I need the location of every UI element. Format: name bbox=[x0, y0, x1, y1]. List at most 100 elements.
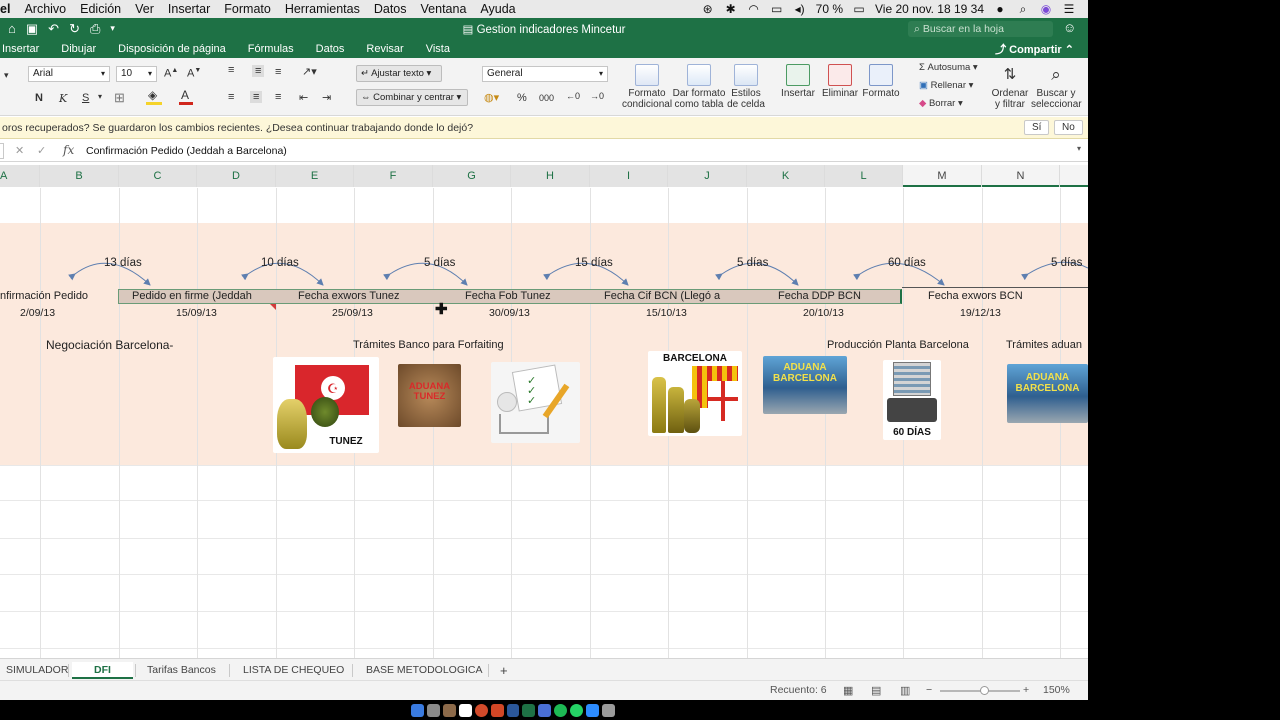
aduana-tunez-image[interactable]: ADUANA TUNEZ bbox=[398, 364, 461, 427]
increase-indent-icon[interactable]: ⇥ bbox=[322, 91, 331, 104]
zoom-in-button[interactable]: + bbox=[1023, 684, 1029, 696]
decrease-decimal-icon[interactable]: →0 bbox=[590, 91, 604, 101]
orientation-icon[interactable]: ↗▾ bbox=[302, 65, 317, 78]
increase-font-icon[interactable]: A▲ bbox=[164, 67, 178, 80]
app-menu[interactable]: el bbox=[0, 2, 17, 16]
col-header-d[interactable]: D bbox=[197, 165, 276, 187]
notification-center-icon[interactable]: ☰ bbox=[1062, 2, 1076, 16]
trash-icon[interactable] bbox=[602, 703, 615, 717]
menu-datos[interactable]: Datos bbox=[367, 2, 414, 16]
decrease-indent-icon[interactable]: ⇤ bbox=[299, 91, 308, 104]
name-box[interactable] bbox=[0, 143, 4, 159]
increase-decimal-icon[interactable]: ←0 bbox=[566, 91, 580, 101]
tab-datos[interactable]: Datos bbox=[305, 43, 356, 55]
col-header-m[interactable]: M bbox=[903, 165, 982, 187]
bluetooth-icon[interactable]: ✱ bbox=[724, 2, 738, 16]
font-color-icon[interactable]: A bbox=[181, 88, 189, 102]
accessibility-icon[interactable]: ⊛ bbox=[701, 2, 715, 16]
format-as-table-button[interactable]: Dar formato como tabla bbox=[672, 64, 726, 110]
app-icon[interactable] bbox=[538, 703, 552, 717]
zoom-app-icon[interactable] bbox=[586, 703, 600, 717]
tab-formulas[interactable]: Fórmulas bbox=[237, 43, 305, 55]
col-header-l[interactable]: L bbox=[825, 165, 903, 187]
fill-button[interactable]: ▣ Rellenar ▾ bbox=[919, 78, 973, 94]
sort-filter-button[interactable]: ⇅ Ordenar y filtrar bbox=[990, 64, 1030, 110]
fill-color-icon[interactable]: ◈ bbox=[148, 88, 157, 102]
autosum-button[interactable]: Σ Autosuma ▾ bbox=[919, 60, 978, 76]
align-right-icon[interactable]: ≡ bbox=[275, 91, 281, 103]
page-layout-icon[interactable]: ▤ bbox=[871, 684, 881, 697]
menu-formato[interactable]: Formato bbox=[217, 2, 278, 16]
cancel-entry-icon[interactable]: ✕ bbox=[15, 144, 24, 157]
conditional-format-button[interactable]: Formato condicional bbox=[622, 64, 672, 110]
battery-icon[interactable]: ▭ bbox=[852, 2, 866, 16]
thousands-button[interactable]: 000 bbox=[539, 93, 554, 103]
menu-herramientas[interactable]: Herramientas bbox=[278, 2, 367, 16]
menu-insertar[interactable]: Insertar bbox=[161, 2, 217, 16]
font-size-select[interactable]: 10 ▾ bbox=[116, 66, 157, 82]
volume-icon[interactable]: ◂) bbox=[793, 2, 807, 16]
powerpoint-icon[interactable] bbox=[490, 703, 504, 717]
col-header-a[interactable]: A bbox=[0, 165, 40, 187]
sheet-tab-simulador[interactable]: SIMULADOR bbox=[0, 662, 74, 679]
add-sheet-button[interactable]: + bbox=[494, 662, 514, 679]
sheet-search-input[interactable]: ⌕ Buscar en la hoja bbox=[908, 21, 1053, 37]
col-header-b[interactable]: B bbox=[40, 165, 119, 187]
whatsapp-icon[interactable] bbox=[570, 703, 584, 717]
col-header-g[interactable]: G bbox=[433, 165, 511, 187]
align-center-icon[interactable]: ≡ bbox=[250, 91, 263, 103]
tab-dibujar[interactable]: Dibujar bbox=[50, 43, 107, 55]
formula-input[interactable]: Confirmación Pedido (Jeddah a Barcelona) bbox=[86, 145, 287, 157]
accounting-format-icon[interactable]: ◍▾ bbox=[484, 91, 499, 104]
share-button[interactable]: ⤴ Compartir ⌃ bbox=[995, 41, 1088, 57]
menu-ver[interactable]: Ver bbox=[128, 2, 161, 16]
decrease-font-icon[interactable]: A▼ bbox=[187, 67, 201, 80]
excel-icon[interactable] bbox=[522, 703, 536, 717]
tunez-olive-image[interactable]: ☪ TUNEZ bbox=[273, 357, 379, 453]
menu-ventana[interactable]: Ventana bbox=[414, 2, 474, 16]
recovery-no-button[interactable]: No bbox=[1054, 120, 1083, 135]
tab-revisar[interactable]: Revisar bbox=[355, 43, 414, 55]
zoom-out-button[interactable]: − bbox=[926, 684, 932, 696]
zoom-level[interactable]: 150% bbox=[1043, 684, 1070, 696]
menu-ayuda[interactable]: Ayuda bbox=[473, 2, 522, 16]
airplay-icon[interactable]: ▭ bbox=[770, 2, 784, 16]
zoom-slider-handle[interactable] bbox=[980, 686, 989, 695]
number-format-select[interactable]: General ▾ bbox=[482, 66, 608, 82]
col-header-i[interactable]: I bbox=[590, 165, 668, 187]
forfaiting-checklist-image[interactable]: ✓ ✓ ✓ bbox=[491, 362, 580, 443]
user-icon[interactable]: ● bbox=[993, 2, 1007, 16]
aduana-barcelona-image-2[interactable]: ADUANA BARCELONA bbox=[1007, 364, 1088, 423]
format-cells-button[interactable]: Formato bbox=[862, 64, 900, 99]
siri-icon[interactable]: ◉ bbox=[1039, 2, 1053, 16]
find-select-button[interactable]: ⌕ Buscar y seleccionar bbox=[1031, 64, 1082, 110]
normal-view-icon[interactable]: ▦ bbox=[843, 684, 853, 697]
aduana-barcelona-image[interactable]: ADUANA BARCELONA bbox=[763, 356, 847, 414]
underline-button[interactable]: S bbox=[82, 92, 89, 104]
italic-button[interactable]: K bbox=[59, 92, 67, 105]
clock[interactable]: Vie 20 nov. 18 19 34 bbox=[875, 2, 984, 16]
align-top-icon[interactable]: ≡ bbox=[228, 64, 234, 76]
align-bottom-icon[interactable]: ≡ bbox=[275, 66, 281, 78]
sheet-tab-tarifas[interactable]: Tarifas Bancos bbox=[141, 662, 222, 679]
sheet-tab-dfi[interactable]: DFI bbox=[72, 662, 133, 679]
wrap-text-button[interactable]: ↵ Ajustar texto ▾ bbox=[356, 65, 442, 82]
barcelona-oil-image[interactable]: BARCELONA bbox=[648, 351, 742, 436]
col-header-c[interactable]: C bbox=[119, 165, 197, 187]
finder-icon[interactable] bbox=[411, 703, 424, 717]
col-header-n[interactable]: N bbox=[982, 165, 1060, 187]
cell-styles-button[interactable]: Estilos de celda bbox=[727, 64, 765, 110]
borders-icon[interactable]: ⊞ bbox=[114, 90, 125, 106]
spotify-icon[interactable] bbox=[554, 703, 568, 717]
sheet-tab-base[interactable]: BASE METODOLOGICA bbox=[360, 662, 489, 679]
sheet-tab-lista[interactable]: LISTA DE CHEQUEO bbox=[237, 662, 350, 679]
col-header-j[interactable]: J bbox=[668, 165, 747, 187]
tab-insertar[interactable]: Insertar bbox=[0, 43, 50, 55]
recovery-yes-button[interactable]: Sí bbox=[1024, 120, 1050, 135]
expand-formula-icon[interactable]: ▾ bbox=[1077, 144, 1081, 153]
confirm-entry-icon[interactable]: ✓ bbox=[37, 144, 46, 157]
insert-cells-button[interactable]: Insertar bbox=[778, 64, 818, 99]
align-middle-icon[interactable]: ≡ bbox=[252, 65, 265, 77]
page-break-icon[interactable]: ▥ bbox=[900, 684, 910, 697]
font-name-select[interactable]: Arial ▾ bbox=[28, 66, 110, 82]
